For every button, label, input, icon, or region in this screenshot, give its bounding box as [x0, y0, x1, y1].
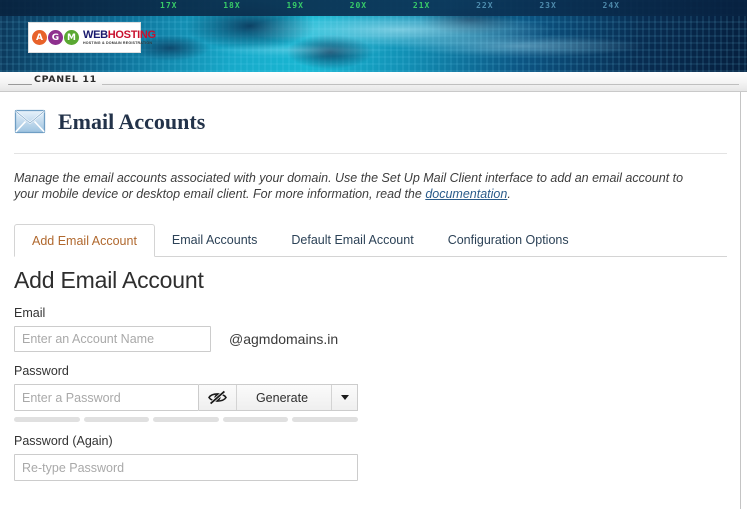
- password-field-row: Generate: [14, 384, 358, 411]
- chevron-down-icon: [340, 395, 349, 400]
- email-field-label: Email: [14, 306, 46, 320]
- logo-tagline: HOSTING & DOMAIN REGISTRATION: [83, 40, 153, 45]
- page-header: Email Accounts: [14, 108, 726, 135]
- strength-segment: [222, 417, 289, 422]
- strength-segment: [83, 417, 150, 422]
- password-field-label: Password: [14, 364, 69, 378]
- password-input[interactable]: [14, 384, 199, 411]
- cpanel-version-label: CPANEL 11: [34, 75, 97, 85]
- envelope-icon: [14, 109, 46, 134]
- page-title: Email Accounts: [58, 108, 206, 134]
- ticker-item: 17X: [160, 1, 178, 10]
- ticker-item: 18X: [223, 1, 241, 10]
- ticker-item: 19X: [286, 1, 304, 10]
- generate-password-button[interactable]: Generate: [237, 391, 331, 405]
- description-text-before: Manage the email accounts associated wit…: [14, 171, 684, 201]
- logo-circle-m: M: [64, 30, 79, 45]
- ticker-item: 23X: [539, 1, 557, 10]
- email-input[interactable]: [14, 326, 211, 352]
- cpanel-version-bar: CPANEL 11: [0, 72, 747, 92]
- strength-segment: [14, 417, 80, 422]
- password-strength-meter: [14, 417, 358, 422]
- page-description: Manage the email accounts associated wit…: [14, 170, 704, 202]
- header-divider: [14, 153, 727, 154]
- email-field-row: @agmdomains.in: [14, 326, 726, 352]
- cpanel-email-accounts-page: 17X 18X 19X 20X 21X 22X 23X 24X A G M WE…: [0, 0, 747, 509]
- password-again-field-label: Password (Again): [14, 434, 113, 448]
- tab-bar: Add Email Account Email Accounts Default…: [14, 224, 727, 257]
- strength-segment: [292, 417, 358, 422]
- ticker-item: 20X: [349, 1, 368, 10]
- ticker-item: 24X: [602, 1, 620, 10]
- logo-circles: A G M: [32, 30, 79, 45]
- generate-options-dropdown-button[interactable]: [331, 385, 357, 410]
- logo-main-text: WEBHOSTING: [83, 28, 156, 41]
- logo-word-web: WEB: [83, 28, 108, 41]
- eye-slash-icon: [208, 390, 227, 405]
- main-content: Email Accounts Manage the email accounts…: [0, 92, 741, 509]
- cpanel-bar-rule-right: [102, 84, 739, 85]
- password-addons: Generate: [199, 384, 358, 411]
- strength-segment: [153, 417, 219, 422]
- site-logo[interactable]: A G M WEBHOSTING HOSTING & DOMAIN REGIST…: [28, 22, 156, 53]
- password-again-input[interactable]: [14, 454, 358, 481]
- ticker-item: 22X: [476, 1, 494, 10]
- logo-circle-a: A: [32, 30, 47, 45]
- description-text-after: .: [507, 187, 511, 201]
- cpanel-bar-rule-left: [8, 84, 32, 85]
- tab-default-email-account[interactable]: Default Email Account: [274, 224, 430, 256]
- section-title: Add Email Account: [14, 267, 204, 293]
- logo-circle-g: G: [48, 30, 63, 45]
- ticker-item: 21X: [412, 1, 431, 10]
- site-header-banner: 17X 18X 19X 20X 21X 22X 23X 24X A G M WE…: [0, 0, 747, 72]
- logo-word-hosting: HOSTING: [107, 28, 156, 41]
- email-domain-suffix: @agmdomains.in: [229, 331, 339, 347]
- tab-configuration-options[interactable]: Configuration Options: [431, 224, 586, 256]
- tab-add-email-account[interactable]: Add Email Account: [14, 224, 155, 257]
- documentation-link[interactable]: documentation: [425, 187, 507, 201]
- toggle-password-visibility-button[interactable]: [199, 385, 237, 410]
- tab-email-accounts[interactable]: Email Accounts: [155, 224, 274, 256]
- logo-wordmark: WEBHOSTING HOSTING & DOMAIN REGISTRATION: [83, 28, 156, 46]
- banner-ticker: 17X 18X 19X 20X 21X 22X 23X 24X: [160, 1, 620, 14]
